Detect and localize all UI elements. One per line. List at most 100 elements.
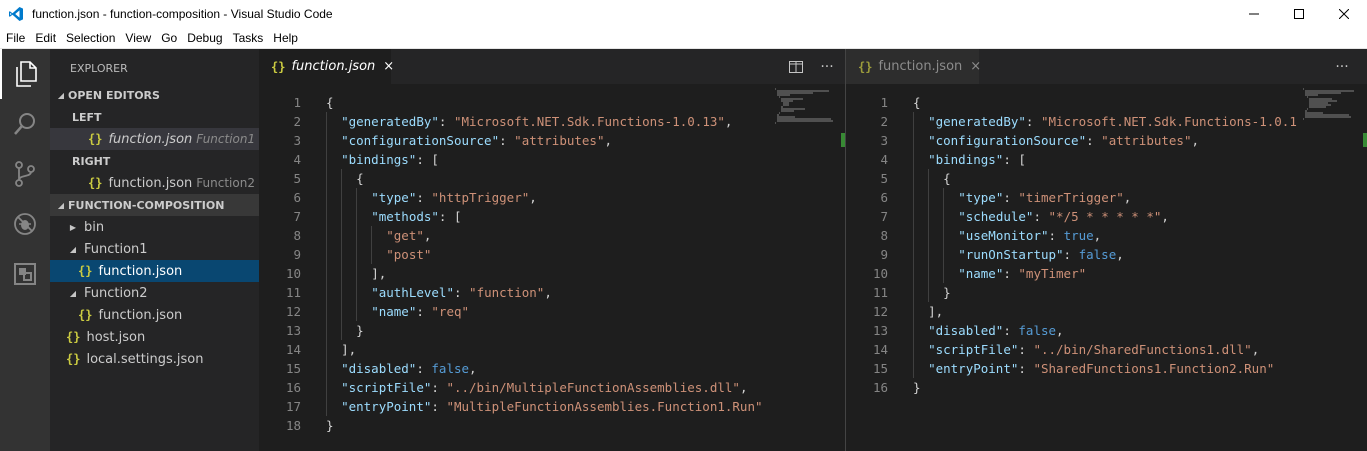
code-line[interactable]: 10 "name": "myTimer" (846, 264, 1301, 283)
code-line[interactable]: 1{ (259, 93, 773, 112)
open-editor-right-file: function.json (108, 175, 193, 191)
tree-file-local-settings[interactable]: {} local.settings.json (50, 348, 259, 370)
code-line[interactable]: 5 { (259, 169, 773, 188)
split-editor-icon[interactable] (782, 49, 810, 84)
code-line[interactable]: 14 "scriptFile": "../bin/SharedFunctions… (846, 340, 1301, 359)
tree-file-host-label: host.json (86, 329, 146, 345)
extensions-icon[interactable] (0, 249, 50, 299)
code-line[interactable]: 4 "bindings": [ (846, 150, 1301, 169)
debug-icon[interactable] (0, 199, 50, 249)
minimap-right[interactable] (1301, 84, 1363, 451)
minimize-icon[interactable] (1231, 0, 1277, 28)
code-line[interactable]: 16} (846, 378, 1301, 397)
menu-selection[interactable]: Selection (62, 31, 119, 45)
code-line[interactable]: 6 "type": "httpTrigger", (259, 188, 773, 207)
json-file-icon: {} (66, 352, 81, 366)
title-bar: function.json - function-composition - V… (0, 0, 1367, 28)
code-text: "scriptFile": "../bin/MultipleFunctionAs… (341, 380, 748, 395)
code-line[interactable]: 15 "entryPoint": "SharedFunctions1.Funct… (846, 359, 1301, 378)
close-icon[interactable] (1321, 0, 1367, 28)
minimap-left[interactable] (773, 84, 839, 451)
json-file-icon: {} (271, 59, 286, 74)
code-line[interactable]: 1{ (846, 93, 1301, 112)
menu-go[interactable]: Go (157, 31, 181, 45)
open-editors-section[interactable]: ◢ OPEN EDITORS (50, 84, 259, 106)
code-text: ], (341, 342, 357, 357)
tree-folder-bin[interactable]: ▶ bin (50, 216, 259, 238)
menu-edit[interactable]: Edit (31, 31, 60, 45)
line-number: 4 (880, 152, 888, 167)
menu-view[interactable]: View (121, 31, 155, 45)
line-number: 6 (293, 190, 301, 205)
code-line[interactable]: 3 "configurationSource": "attributes", (846, 131, 1301, 150)
code-editor-right[interactable]: 1{2 "generatedBy": "Microsoft.NET.Sdk.Fu… (846, 84, 1301, 451)
line-number: 9 (880, 247, 888, 262)
code-line[interactable]: 3 "configurationSource": "attributes", (259, 131, 773, 150)
more-actions-icon[interactable]: ··· (813, 49, 841, 84)
menu-tasks[interactable]: Tasks (229, 31, 268, 45)
code-line[interactable]: 13 } (259, 321, 773, 340)
code-editor-left[interactable]: 1{2 "generatedBy": "Microsoft.NET.Sdk.Fu… (259, 84, 773, 451)
indent-guide (943, 188, 945, 283)
open-editor-left[interactable]: {} function.json Function1 (50, 128, 259, 150)
indent-guide (326, 112, 327, 416)
menu-file[interactable]: File (2, 31, 29, 45)
more-actions-icon[interactable]: ··· (1328, 49, 1356, 84)
code-line[interactable]: 14 ], (259, 340, 773, 359)
project-section[interactable]: ◢ FUNCTION-COMPOSITION (50, 194, 259, 216)
line-number: 12 (872, 304, 888, 319)
chevron-down-icon: ◢ (57, 90, 65, 100)
code-text: "bindings": [ (341, 152, 439, 167)
code-line[interactable]: 12 ], (846, 302, 1301, 321)
line-number: 15 (872, 361, 888, 376)
code-text: } (943, 285, 951, 300)
code-line[interactable]: 18} (259, 416, 773, 435)
code-text: ], (928, 304, 944, 319)
code-text: "name": "req" (371, 304, 470, 319)
code-text: "bindings": [ (928, 152, 1026, 167)
code-line[interactable]: 12 "name": "req" (259, 302, 773, 321)
open-editor-left-file: function.json (108, 131, 193, 147)
menu-help[interactable]: Help (269, 31, 302, 45)
code-line[interactable]: 8 "get", (259, 226, 773, 245)
line-number: 8 (880, 228, 888, 243)
code-line[interactable]: 7 "schedule": "*/5 * * * * *", (846, 207, 1301, 226)
code-line[interactable]: 13 "disabled": false, (846, 321, 1301, 340)
code-line[interactable]: 2 "generatedBy": "Microsoft.NET.Sdk.Func… (259, 112, 773, 131)
close-icon[interactable]: × (970, 59, 981, 74)
code-line[interactable]: 9 "runOnStartup": false, (846, 245, 1301, 264)
code-line[interactable]: 6 "type": "timerTrigger", (846, 188, 1301, 207)
menu-debug[interactable]: Debug (183, 31, 226, 45)
tab-function-json-right[interactable]: {} function.json × (846, 49, 981, 84)
tree-folder-function1-label: Function1 (84, 241, 148, 257)
code-line[interactable]: 10 ], (259, 264, 773, 283)
line-number: 10 (872, 266, 888, 281)
code-line[interactable]: 2 "generatedBy": "Microsoft.NET.Sdk.Func… (846, 112, 1301, 131)
code-line[interactable]: 15 "disabled": false, (259, 359, 773, 378)
files-icon[interactable] (0, 49, 50, 99)
window-title: function.json - function-composition - V… (32, 7, 333, 21)
search-icon[interactable] (0, 99, 50, 149)
tree-folder-function2[interactable]: ◢ Function2 (50, 282, 259, 304)
code-line[interactable]: 11 "authLevel": "function", (259, 283, 773, 302)
code-line[interactable]: 16 "scriptFile": "../bin/MultipleFunctio… (259, 378, 773, 397)
maximize-icon[interactable] (1276, 0, 1322, 28)
tree-file-function1-json[interactable]: {} function.json (50, 260, 259, 282)
code-line[interactable]: 5 { (846, 169, 1301, 188)
indent-guide (928, 169, 930, 302)
source-control-icon[interactable] (0, 149, 50, 199)
code-line[interactable]: 17 "entryPoint": "MultipleFunctionAssemb… (259, 397, 773, 416)
code-line[interactable]: 4 "bindings": [ (259, 150, 773, 169)
code-line[interactable]: 7 "methods": [ (259, 207, 773, 226)
open-editor-right[interactable]: {} function.json Function2 (50, 172, 259, 194)
code-line[interactable]: 11 } (846, 283, 1301, 302)
code-text: { (326, 95, 334, 110)
code-line[interactable]: 9 "post" (259, 245, 773, 264)
tree-folder-function1[interactable]: ◢ Function1 (50, 238, 259, 260)
close-icon[interactable]: × (383, 59, 394, 74)
tree-file-host-json[interactable]: {} host.json (50, 326, 259, 348)
code-line[interactable]: 8 "useMonitor": true, (846, 226, 1301, 245)
line-number: 13 (285, 323, 301, 338)
tree-file-function2-json[interactable]: {} function.json (50, 304, 259, 326)
tab-function-json-left[interactable]: {} function.json × (259, 49, 394, 84)
